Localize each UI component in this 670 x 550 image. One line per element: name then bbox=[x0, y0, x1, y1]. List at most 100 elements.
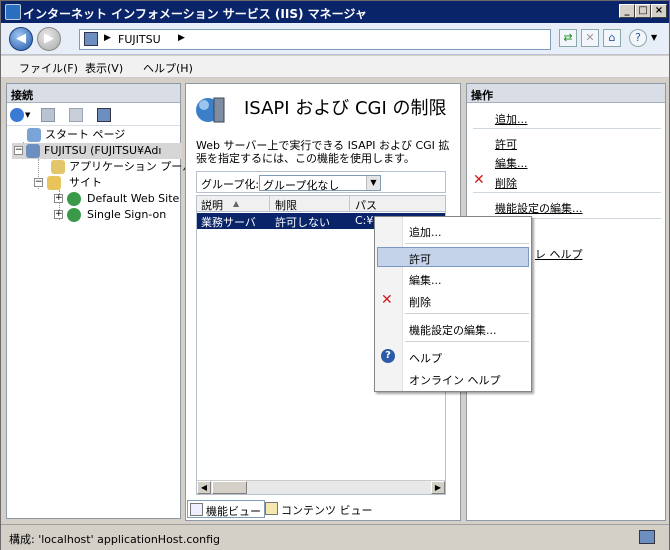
feature-title: ISAPI および CGI の制限 bbox=[244, 98, 447, 119]
collapse-icon[interactable]: − bbox=[14, 146, 23, 155]
group-by-bar: グループ化: グループ化なし ▼ bbox=[196, 171, 446, 193]
server-icon bbox=[26, 144, 40, 158]
scroll-left-icon[interactable]: ◀ bbox=[197, 481, 211, 494]
server-icon bbox=[84, 32, 98, 46]
breadcrumb-server[interactable]: FUJITSU bbox=[118, 33, 161, 46]
menu-help[interactable]: ヘルプ(H) bbox=[143, 60, 193, 76]
tab-features-view[interactable]: 機能ビュー bbox=[187, 500, 265, 518]
globe-icon bbox=[67, 208, 81, 222]
help-dropdown-icon[interactable]: ▼ bbox=[651, 33, 657, 42]
group-by-label: グループ化: bbox=[201, 178, 260, 191]
context-menu-item-online-help[interactable]: オンライン ヘルプ bbox=[377, 368, 529, 388]
back-button[interactable]: ◀ bbox=[9, 27, 33, 51]
start-page-icon bbox=[27, 128, 41, 142]
expand-icon[interactable]: + bbox=[54, 210, 63, 219]
menu-separator bbox=[405, 243, 529, 244]
tree-label: アプリケーション プール bbox=[69, 160, 194, 173]
minimize-button[interactable]: _ bbox=[619, 4, 635, 18]
breadcrumb-arrow-icon[interactable]: ▶ bbox=[178, 33, 185, 43]
menu-item-label: ヘルプ bbox=[409, 352, 442, 365]
context-menu-item-delete[interactable]: ✕ 削除 bbox=[377, 290, 529, 310]
help-icon[interactable]: ? bbox=[629, 29, 647, 47]
context-menu-item-edit-feature-settings[interactable]: 機能設定の編集... bbox=[377, 318, 529, 338]
actions-header: 操作 bbox=[467, 84, 665, 103]
app-pool-icon bbox=[51, 160, 65, 174]
iis-manager-window: インターネット インフォメーション サービス (IIS) マネージャ _ □ ×… bbox=[0, 0, 670, 550]
column-header-path[interactable]: パス bbox=[355, 197, 377, 213]
connect-dropdown-icon[interactable]: ▼ bbox=[25, 111, 30, 119]
home-icon[interactable]: ⌂ bbox=[603, 29, 621, 47]
tree-label: FUJITSU (FUJITSU¥Adı bbox=[44, 144, 162, 157]
tree-label: スタート ページ bbox=[45, 128, 126, 141]
close-button[interactable]: × bbox=[651, 4, 667, 18]
group-by-select[interactable]: グループ化なし ▼ bbox=[259, 175, 381, 192]
forward-button[interactable]: ▶ bbox=[37, 27, 61, 51]
context-menu-item-add[interactable]: 追加... bbox=[377, 220, 529, 240]
up-folder-icon[interactable] bbox=[69, 108, 83, 122]
menu-separator bbox=[405, 341, 529, 342]
window-title: インターネット インフォメーション サービス (IIS) マネージャ bbox=[23, 7, 367, 21]
menu-item-label: 許可 bbox=[409, 253, 431, 266]
menu-item-label: 追加... bbox=[409, 226, 442, 239]
view-tabs: 機能ビュー コンテンツ ビュー bbox=[185, 498, 461, 520]
context-menu-item-help[interactable]: ? ヘルプ bbox=[377, 346, 529, 366]
status-bar: 構成: 'localhost' applicationHost.config bbox=[1, 524, 669, 550]
sort-ascending-icon: ▲ bbox=[233, 199, 240, 208]
tree-label: サイト bbox=[69, 176, 102, 189]
action-edit-feature-settings[interactable]: 機能設定の編集... bbox=[495, 200, 583, 216]
context-menu: 追加... 許可 編集... ✕ 削除 機能設定の編集... ? ヘルプ オンラ… bbox=[374, 216, 532, 392]
connect-icon[interactable] bbox=[10, 108, 24, 122]
tree-label: Default Web Site bbox=[87, 192, 180, 205]
action-edit[interactable]: 編集... bbox=[495, 155, 528, 171]
breadcrumb-arrow-icon[interactable]: ▶ bbox=[104, 33, 111, 43]
address-breadcrumb[interactable]: ▶ FUJITSU ▶ bbox=[79, 29, 551, 50]
connections-toolbar: ▼ bbox=[7, 104, 180, 126]
tree-item-server[interactable]: − FUJITSU (FUJITSU¥Adı bbox=[12, 143, 182, 159]
collapse-icon[interactable]: − bbox=[34, 178, 43, 187]
title-bar: インターネット インフォメーション サービス (IIS) マネージャ _ □ × bbox=[1, 1, 669, 23]
content-view-icon bbox=[265, 502, 278, 515]
menu-file[interactable]: ファイル(F) bbox=[19, 60, 78, 76]
save-icon[interactable] bbox=[41, 108, 55, 122]
expand-icon[interactable]: + bbox=[54, 194, 63, 203]
dropdown-arrow-icon[interactable]: ▼ bbox=[366, 176, 380, 190]
action-online-help-partial[interactable]: レ ヘルプ bbox=[535, 246, 583, 262]
globe-icon bbox=[67, 192, 81, 206]
folder-icon bbox=[47, 176, 61, 190]
iis-app-icon bbox=[5, 4, 21, 20]
refresh-icon[interactable]: ⇄ bbox=[559, 29, 577, 47]
menu-item-label: オンライン ヘルプ bbox=[409, 374, 501, 387]
connections-panel: 接続 ▼ スタート ページ − FUJITSU (FUJITSU¥Adı アプリ… bbox=[6, 83, 193, 519]
scroll-thumb[interactable] bbox=[212, 481, 247, 494]
cell-description: 業務サーバ bbox=[201, 216, 256, 229]
menu-separator bbox=[405, 313, 529, 314]
context-menu-item-edit[interactable]: 編集... bbox=[377, 268, 529, 288]
column-header-restriction[interactable]: 制限 bbox=[275, 197, 297, 213]
action-delete[interactable]: 削除 bbox=[495, 175, 517, 191]
tree-label: Single Sign-on bbox=[87, 208, 167, 221]
list-header: 説明 ▲ 制限 パス bbox=[197, 196, 445, 212]
tab-content-view[interactable]: コンテンツ ビュー bbox=[263, 500, 376, 518]
action-allow[interactable]: 許可 bbox=[495, 136, 517, 152]
feature-description: Web サーバー上で実行できる ISAPI および CGI 拡張を指定するには、… bbox=[196, 139, 450, 165]
column-divider[interactable] bbox=[269, 196, 270, 212]
cell-restriction: 許可しない bbox=[275, 216, 330, 229]
disconnect-icon[interactable] bbox=[97, 108, 111, 122]
tab-label: 機能ビュー bbox=[206, 505, 261, 518]
context-menu-item-allow[interactable]: 許可 bbox=[377, 247, 529, 267]
maximize-button[interactable]: □ bbox=[635, 4, 651, 18]
action-add[interactable]: 追加... bbox=[495, 111, 528, 127]
horizontal-scrollbar[interactable]: ◀ ▶ bbox=[197, 480, 445, 494]
features-view-icon bbox=[190, 503, 203, 516]
column-divider[interactable] bbox=[349, 196, 350, 212]
divider bbox=[473, 128, 661, 129]
scroll-right-icon[interactable]: ▶ bbox=[431, 481, 445, 494]
delete-icon: ✕ bbox=[473, 172, 485, 188]
column-header-description[interactable]: 説明 bbox=[201, 197, 223, 213]
address-bar: ◀ ▶ ▶ FUJITSU ▶ ⇄ ✕ ⌂ ? ▼ bbox=[1, 23, 669, 55]
menu-view[interactable]: 表示(V) bbox=[85, 60, 123, 76]
stop-icon[interactable]: ✕ bbox=[581, 29, 599, 47]
back-arrow-icon: ◀ bbox=[16, 31, 26, 46]
tab-label: コンテンツ ビュー bbox=[281, 504, 373, 517]
isapi-cgi-feature-icon bbox=[194, 92, 228, 126]
